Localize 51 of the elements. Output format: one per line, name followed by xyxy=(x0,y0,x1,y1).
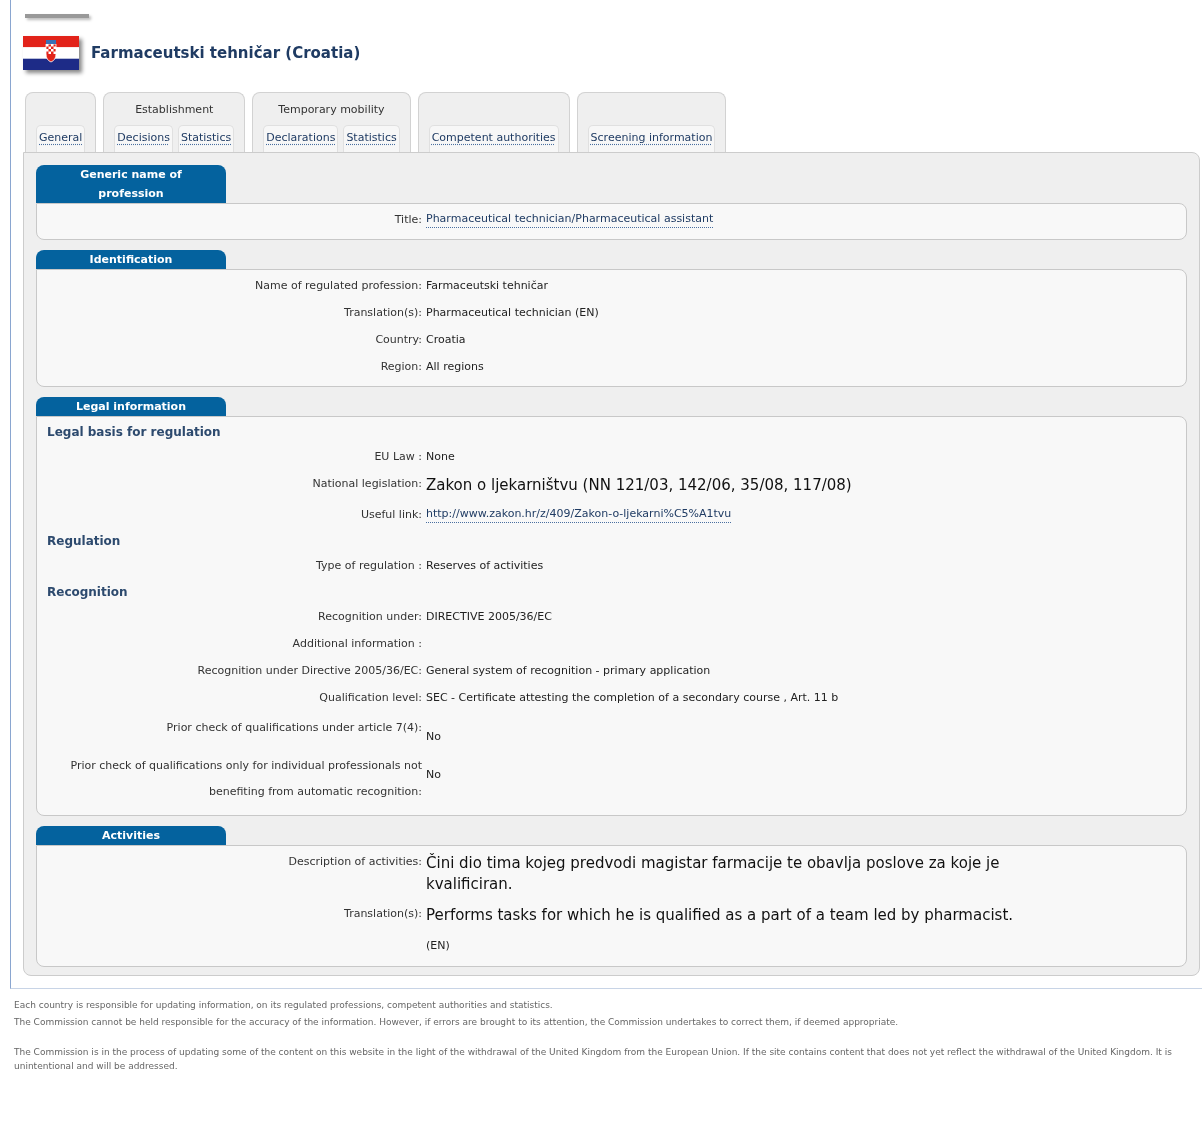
field-label: Useful link: xyxy=(359,507,422,523)
field-label: Translation(s): xyxy=(343,305,422,321)
field-label: Translation(s): xyxy=(343,906,422,922)
tab[interactable]: Competent authorities xyxy=(428,124,559,152)
field-label: Title: xyxy=(393,212,422,228)
field-label: Name of regulated profession: xyxy=(254,278,422,294)
tab[interactable]: General xyxy=(36,124,86,152)
field-value: Reserves of activities xyxy=(426,558,545,574)
tab-group-header: Establishment xyxy=(134,102,215,118)
field-value: No xyxy=(426,729,442,745)
subsection-heading: Regulation xyxy=(46,533,122,550)
field-value: No xyxy=(426,767,442,783)
link[interactable]: Pharmaceutical technician/Pharmaceutical assistant xyxy=(426,211,714,228)
field-value: General system of recognition - primary application xyxy=(426,663,712,679)
subsection-heading: Legal basis for regulation xyxy=(46,424,222,441)
field-label: Qualification level: xyxy=(318,690,422,706)
field-value: Farmaceutski tehničar xyxy=(426,278,549,294)
field-value: All regions xyxy=(426,359,485,375)
field-value: None xyxy=(426,449,456,465)
field-label: Prior check of qualifications only for individual professionals not benefiting from automatic recognition: xyxy=(69,758,422,800)
link[interactable]: http://www.zakon.hr/z/409/Zakon-o-ljekarni%C5%A1tvu xyxy=(426,506,732,523)
field-label: Additional information : xyxy=(291,636,422,652)
field-label: Description of activities: xyxy=(287,854,422,870)
disclaimer-text: The Commission is in the process of updating some of the content on this website in the light of the withdrawal of the United Kingdom from the European Union. If the site contains content that does not yet reflect the withdrawal of the United Kingdom. It is unintentional and will be addressed. xyxy=(14,1045,1173,1073)
croatian-flag-icon xyxy=(23,36,79,70)
tab[interactable]: Statistics xyxy=(343,124,400,152)
disclaimer-text: Each country is responsible for updating information, on its regulated professions, competent authorities and statistics. xyxy=(14,998,554,1012)
disclaimer-text: The Commission cannot be held responsible for the accuracy of the information. However, if errors are brought to its attention, the Commission undertakes to correct them, if deemed appropriate. xyxy=(14,1015,900,1029)
field-label: Type of regulation : xyxy=(315,558,422,574)
field-label: National legislation: xyxy=(311,476,422,492)
field-label: Recognition under Directive 2005/36/EC: xyxy=(196,663,422,679)
page-title: Farmaceutski tehničar (Croatia) xyxy=(91,42,361,64)
field-value: SEC - Certificate attesting the completion of a secondary course , Art. 11 b xyxy=(426,690,840,706)
language-code: (EN) xyxy=(426,938,451,954)
field-value: Zakon o ljekarništvu (NN 121/03, 142/06, 35/08, 117/08) xyxy=(426,475,853,496)
tab[interactable]: Decisions xyxy=(114,124,173,152)
field-label: Country: xyxy=(374,332,422,348)
field-label: EU Law : xyxy=(373,449,422,465)
field-label: Region: xyxy=(379,359,422,375)
field-label: Prior check of qualifications under article 7(4): xyxy=(165,720,422,736)
field-value: Čini dio tima kojeg predvodi magistar farmacije te obavlja poslove za koje je kvalificiran. xyxy=(426,853,1001,895)
field-value: Performs tasks for which he is qualified as a part of a team led by pharmacist. xyxy=(426,905,1015,926)
field-label: Recognition under: xyxy=(317,609,422,625)
tab[interactable]: Screening information xyxy=(587,124,716,152)
field-value: DIRECTIVE 2005/36/EC xyxy=(426,609,553,625)
subsection-heading: Recognition xyxy=(46,584,129,601)
tab-group-header: Temporary mobility xyxy=(277,102,386,118)
field-value: Pharmaceutical technician (EN) xyxy=(426,305,600,321)
tab[interactable]: Declarations xyxy=(263,124,339,152)
field-value: Croatia xyxy=(426,332,467,348)
tab[interactable]: Statistics xyxy=(177,124,235,152)
